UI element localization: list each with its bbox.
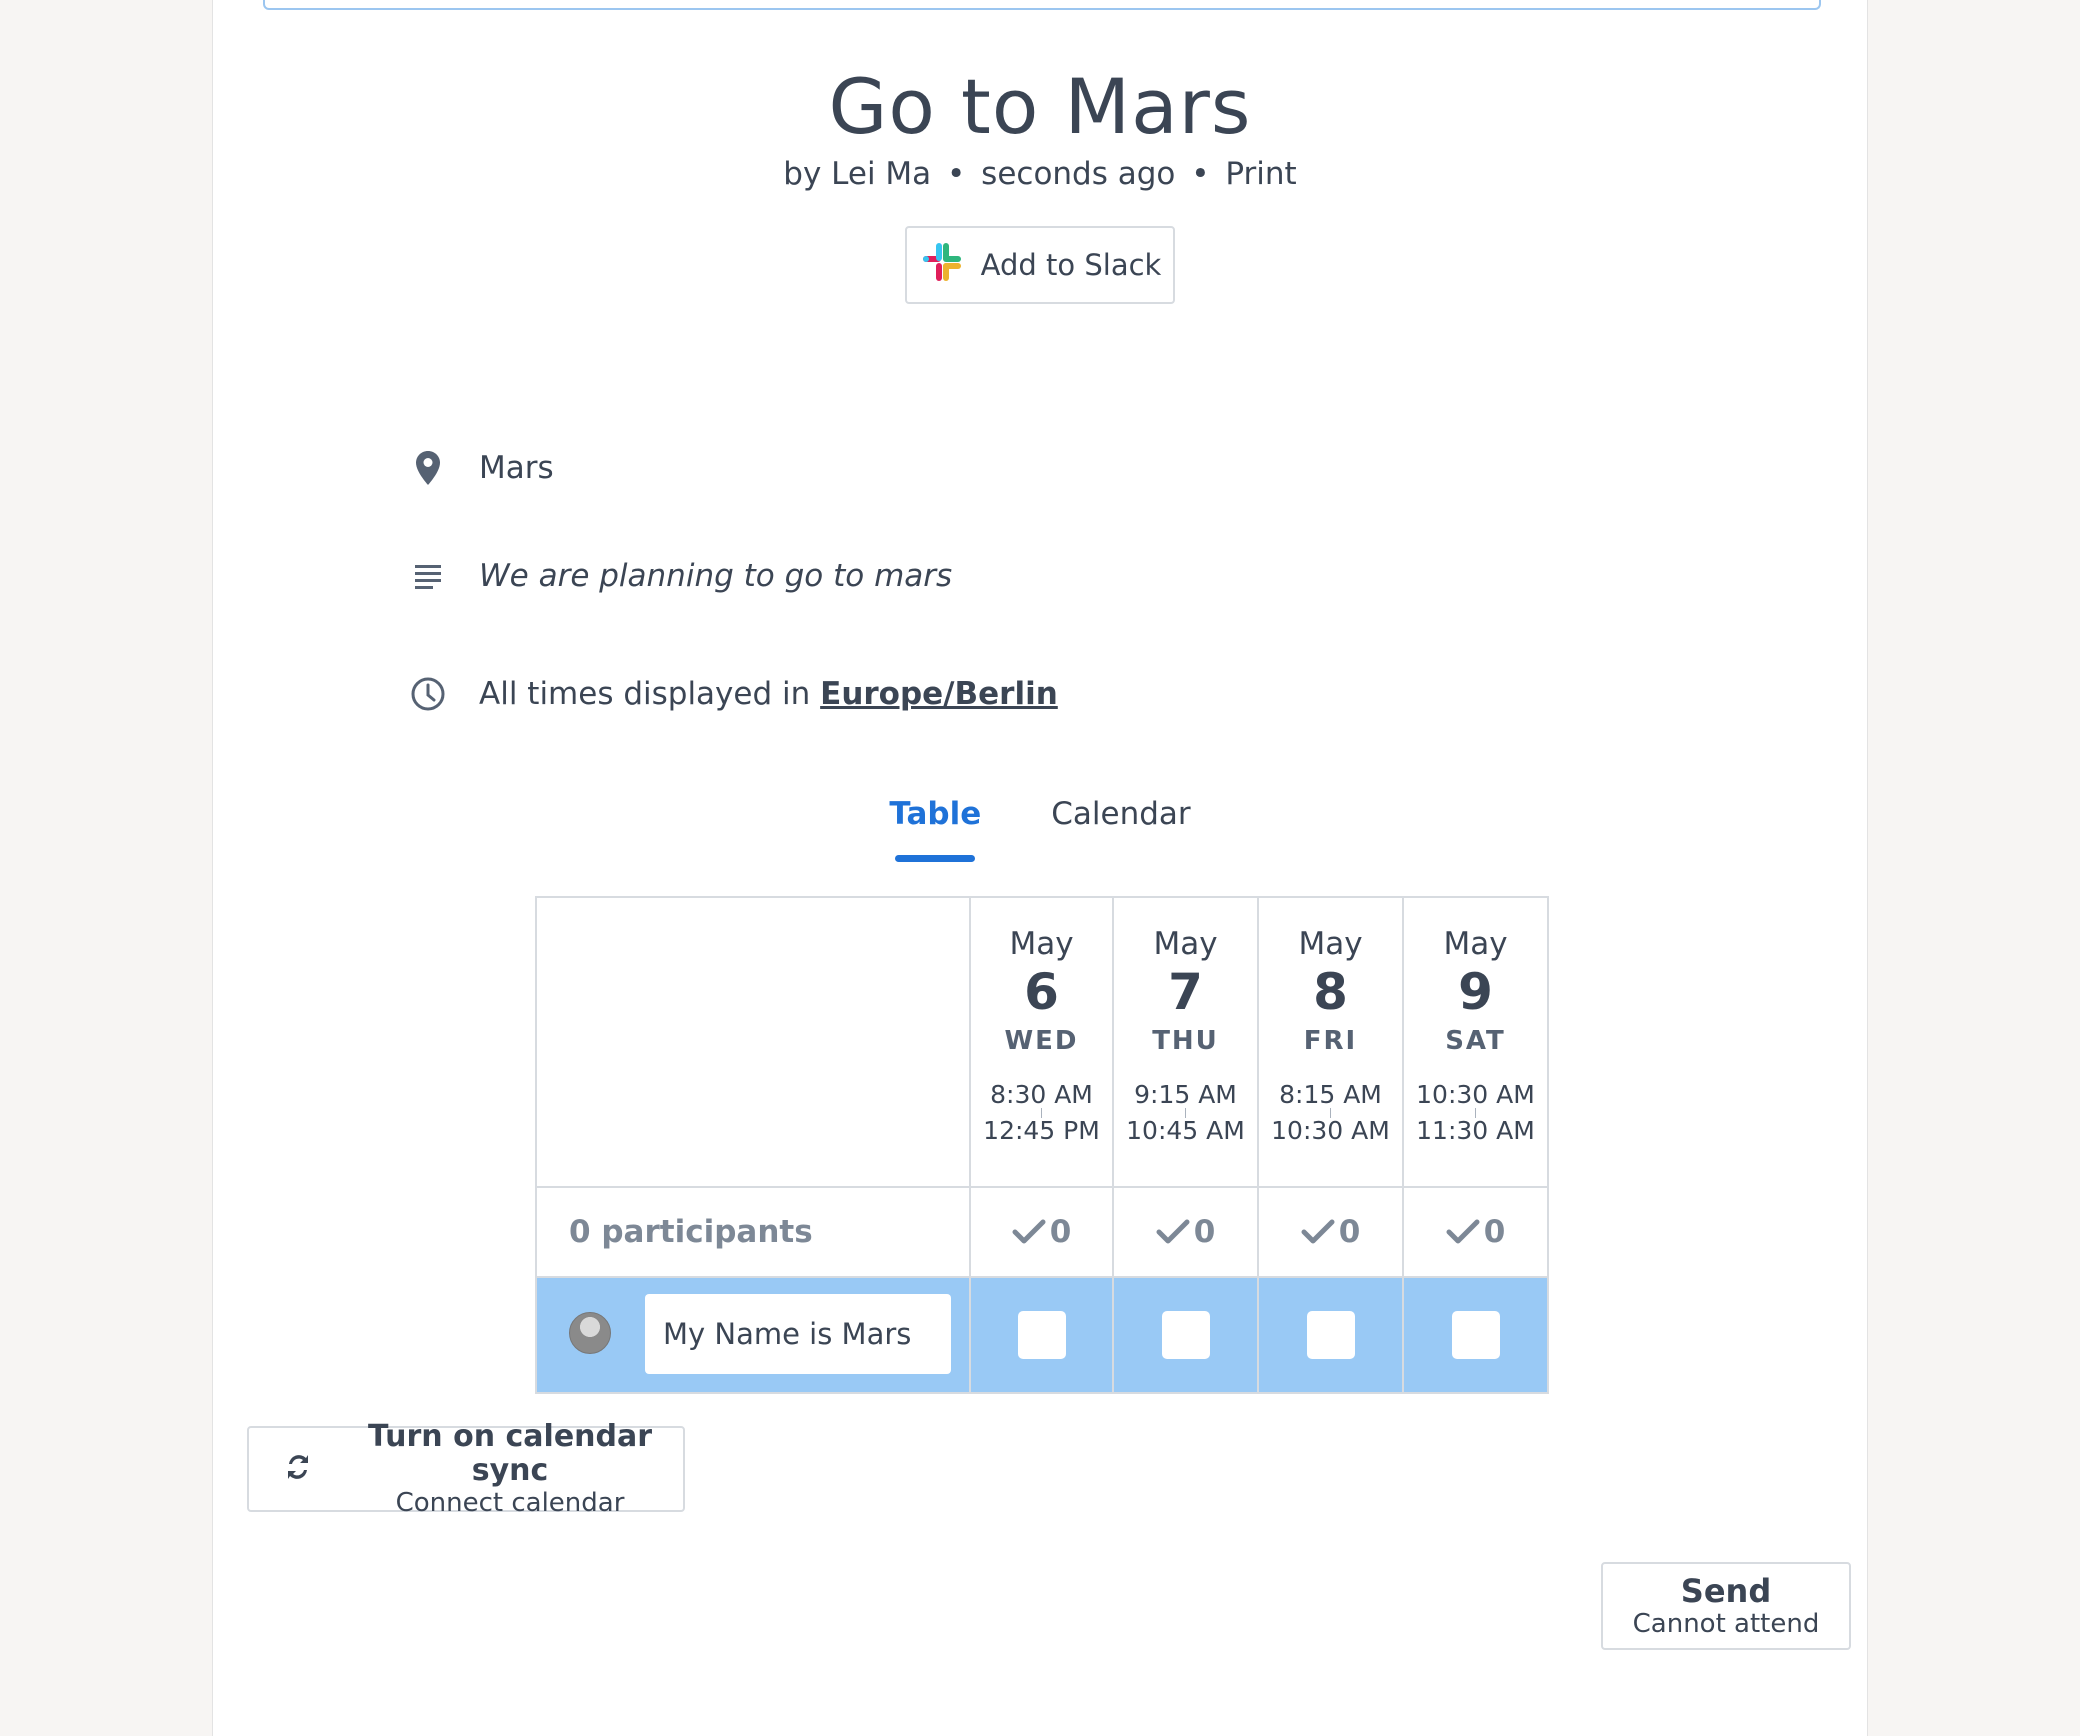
vote-cell[interactable] xyxy=(1404,1278,1549,1394)
option-start-time: 9:15 AM xyxy=(1134,1080,1237,1109)
option-start-time: 10:30 AM xyxy=(1416,1080,1535,1109)
option-month: May xyxy=(1009,926,1074,962)
slack-icon xyxy=(919,239,965,292)
meta-separator: • xyxy=(1191,156,1210,192)
yes-count-value: 0 xyxy=(1483,1214,1506,1250)
checkmark-icon xyxy=(1301,1219,1335,1244)
participant-name-input[interactable]: My Name is Mars xyxy=(645,1294,951,1374)
send-button-label: Send xyxy=(1680,1572,1772,1610)
yes-count-value: 0 xyxy=(1049,1214,1072,1250)
calendar-sync-button[interactable]: Turn on calendar sync Connect calendar xyxy=(247,1420,685,1518)
option-end-time: 10:45 AM xyxy=(1126,1116,1245,1145)
location-row: Mars xyxy=(403,450,554,486)
poll-meta: by Lei Ma • seconds ago • Print xyxy=(213,156,1867,192)
option-end-time: 12:45 PM xyxy=(983,1116,1100,1145)
table-corner xyxy=(535,896,969,1188)
poll-created-time: seconds ago xyxy=(981,156,1176,192)
location-text: Mars xyxy=(479,450,554,486)
option-month: May xyxy=(1298,926,1363,962)
yes-count-value: 0 xyxy=(1338,1214,1361,1250)
meta-separator: • xyxy=(947,156,966,192)
description-row: We are planning to go to mars xyxy=(403,558,952,594)
option-header: May 7 THU 9:15 AM 10:45 AM xyxy=(1114,896,1259,1188)
timezone-link[interactable]: Europe/Berlin xyxy=(820,676,1058,712)
participant-entry: My Name is Mars xyxy=(535,1278,969,1394)
yes-count-value: 0 xyxy=(1193,1214,1216,1250)
location-pin-icon xyxy=(403,450,453,486)
description-lines-icon xyxy=(403,563,453,589)
vote-checkbox[interactable] xyxy=(1161,1311,1210,1359)
add-to-slack-button[interactable]: Add to Slack xyxy=(905,226,1175,304)
participants-count-label: 0 participants xyxy=(535,1188,969,1278)
checkmark-icon xyxy=(1156,1219,1190,1244)
option-day: 8 xyxy=(1313,963,1348,1021)
option-weekday: FRI xyxy=(1303,1026,1358,1056)
option-start-time: 8:30 AM xyxy=(990,1080,1093,1109)
option-weekday: THU xyxy=(1152,1026,1219,1056)
calendar-sync-title: Turn on calendar sync xyxy=(367,1419,653,1488)
option-day: 9 xyxy=(1458,963,1493,1021)
option-header: May 8 FRI 8:15 AM 10:30 AM xyxy=(1259,896,1404,1188)
checkmark-icon xyxy=(1446,1219,1480,1244)
poll-author: by Lei Ma xyxy=(783,156,932,192)
option-yes-count: 0 xyxy=(1114,1188,1259,1278)
sync-icon xyxy=(283,1450,313,1488)
option-day: 7 xyxy=(1168,963,1203,1021)
view-tabs: Table Calendar xyxy=(213,790,1867,862)
checkmark-icon xyxy=(1012,1219,1046,1244)
option-weekday: SAT xyxy=(1445,1026,1506,1056)
vote-cell[interactable] xyxy=(969,1278,1114,1394)
top-input-edge[interactable] xyxy=(263,0,1821,10)
option-day: 6 xyxy=(1024,963,1059,1021)
avatar xyxy=(569,1312,611,1354)
vote-checkbox[interactable] xyxy=(1306,1311,1355,1359)
add-to-slack-label: Add to Slack xyxy=(980,248,1162,282)
send-button[interactable]: Send Cannot attend xyxy=(1601,1562,1851,1650)
option-weekday: WED xyxy=(1004,1026,1079,1056)
option-end-time: 11:30 AM xyxy=(1416,1116,1535,1145)
send-button-sublabel: Cannot attend xyxy=(1632,1609,1820,1639)
tab-table[interactable]: Table xyxy=(885,790,985,862)
vote-cell[interactable] xyxy=(1259,1278,1404,1394)
vote-checkbox[interactable] xyxy=(1017,1311,1066,1359)
option-end-time: 10:30 AM xyxy=(1271,1116,1390,1145)
option-month: May xyxy=(1153,926,1218,962)
timezone-prefix: All times displayed in xyxy=(479,676,811,712)
description-text: We are planning to go to mars xyxy=(479,558,953,594)
option-header: May 6 WED 8:30 AM 12:45 PM xyxy=(969,896,1114,1188)
option-yes-count: 0 xyxy=(1404,1188,1549,1278)
option-month: May xyxy=(1443,926,1508,962)
option-yes-count: 0 xyxy=(1259,1188,1404,1278)
option-start-time: 8:15 AM xyxy=(1279,1080,1382,1109)
timezone-row: All times displayed in Europe/Berlin xyxy=(403,676,1058,712)
calendar-sync-subtitle: Connect calendar xyxy=(395,1488,625,1518)
option-header: May 9 SAT 10:30 AM 11:30 AM xyxy=(1404,896,1549,1188)
print-link[interactable]: Print xyxy=(1225,156,1296,192)
poll-title: Go to Mars xyxy=(828,62,1252,151)
vote-checkbox[interactable] xyxy=(1451,1311,1500,1359)
vote-cell[interactable] xyxy=(1114,1278,1259,1394)
poll-card: Go to Mars by Lei Ma • seconds ago • Pri… xyxy=(212,0,1868,1736)
tab-calendar[interactable]: Calendar xyxy=(1047,790,1194,862)
clock-icon xyxy=(403,676,453,712)
availability-table: May 6 WED 8:30 AM 12:45 PM May 7 THU 9:1… xyxy=(535,896,1550,1394)
option-yes-count: 0 xyxy=(969,1188,1114,1278)
